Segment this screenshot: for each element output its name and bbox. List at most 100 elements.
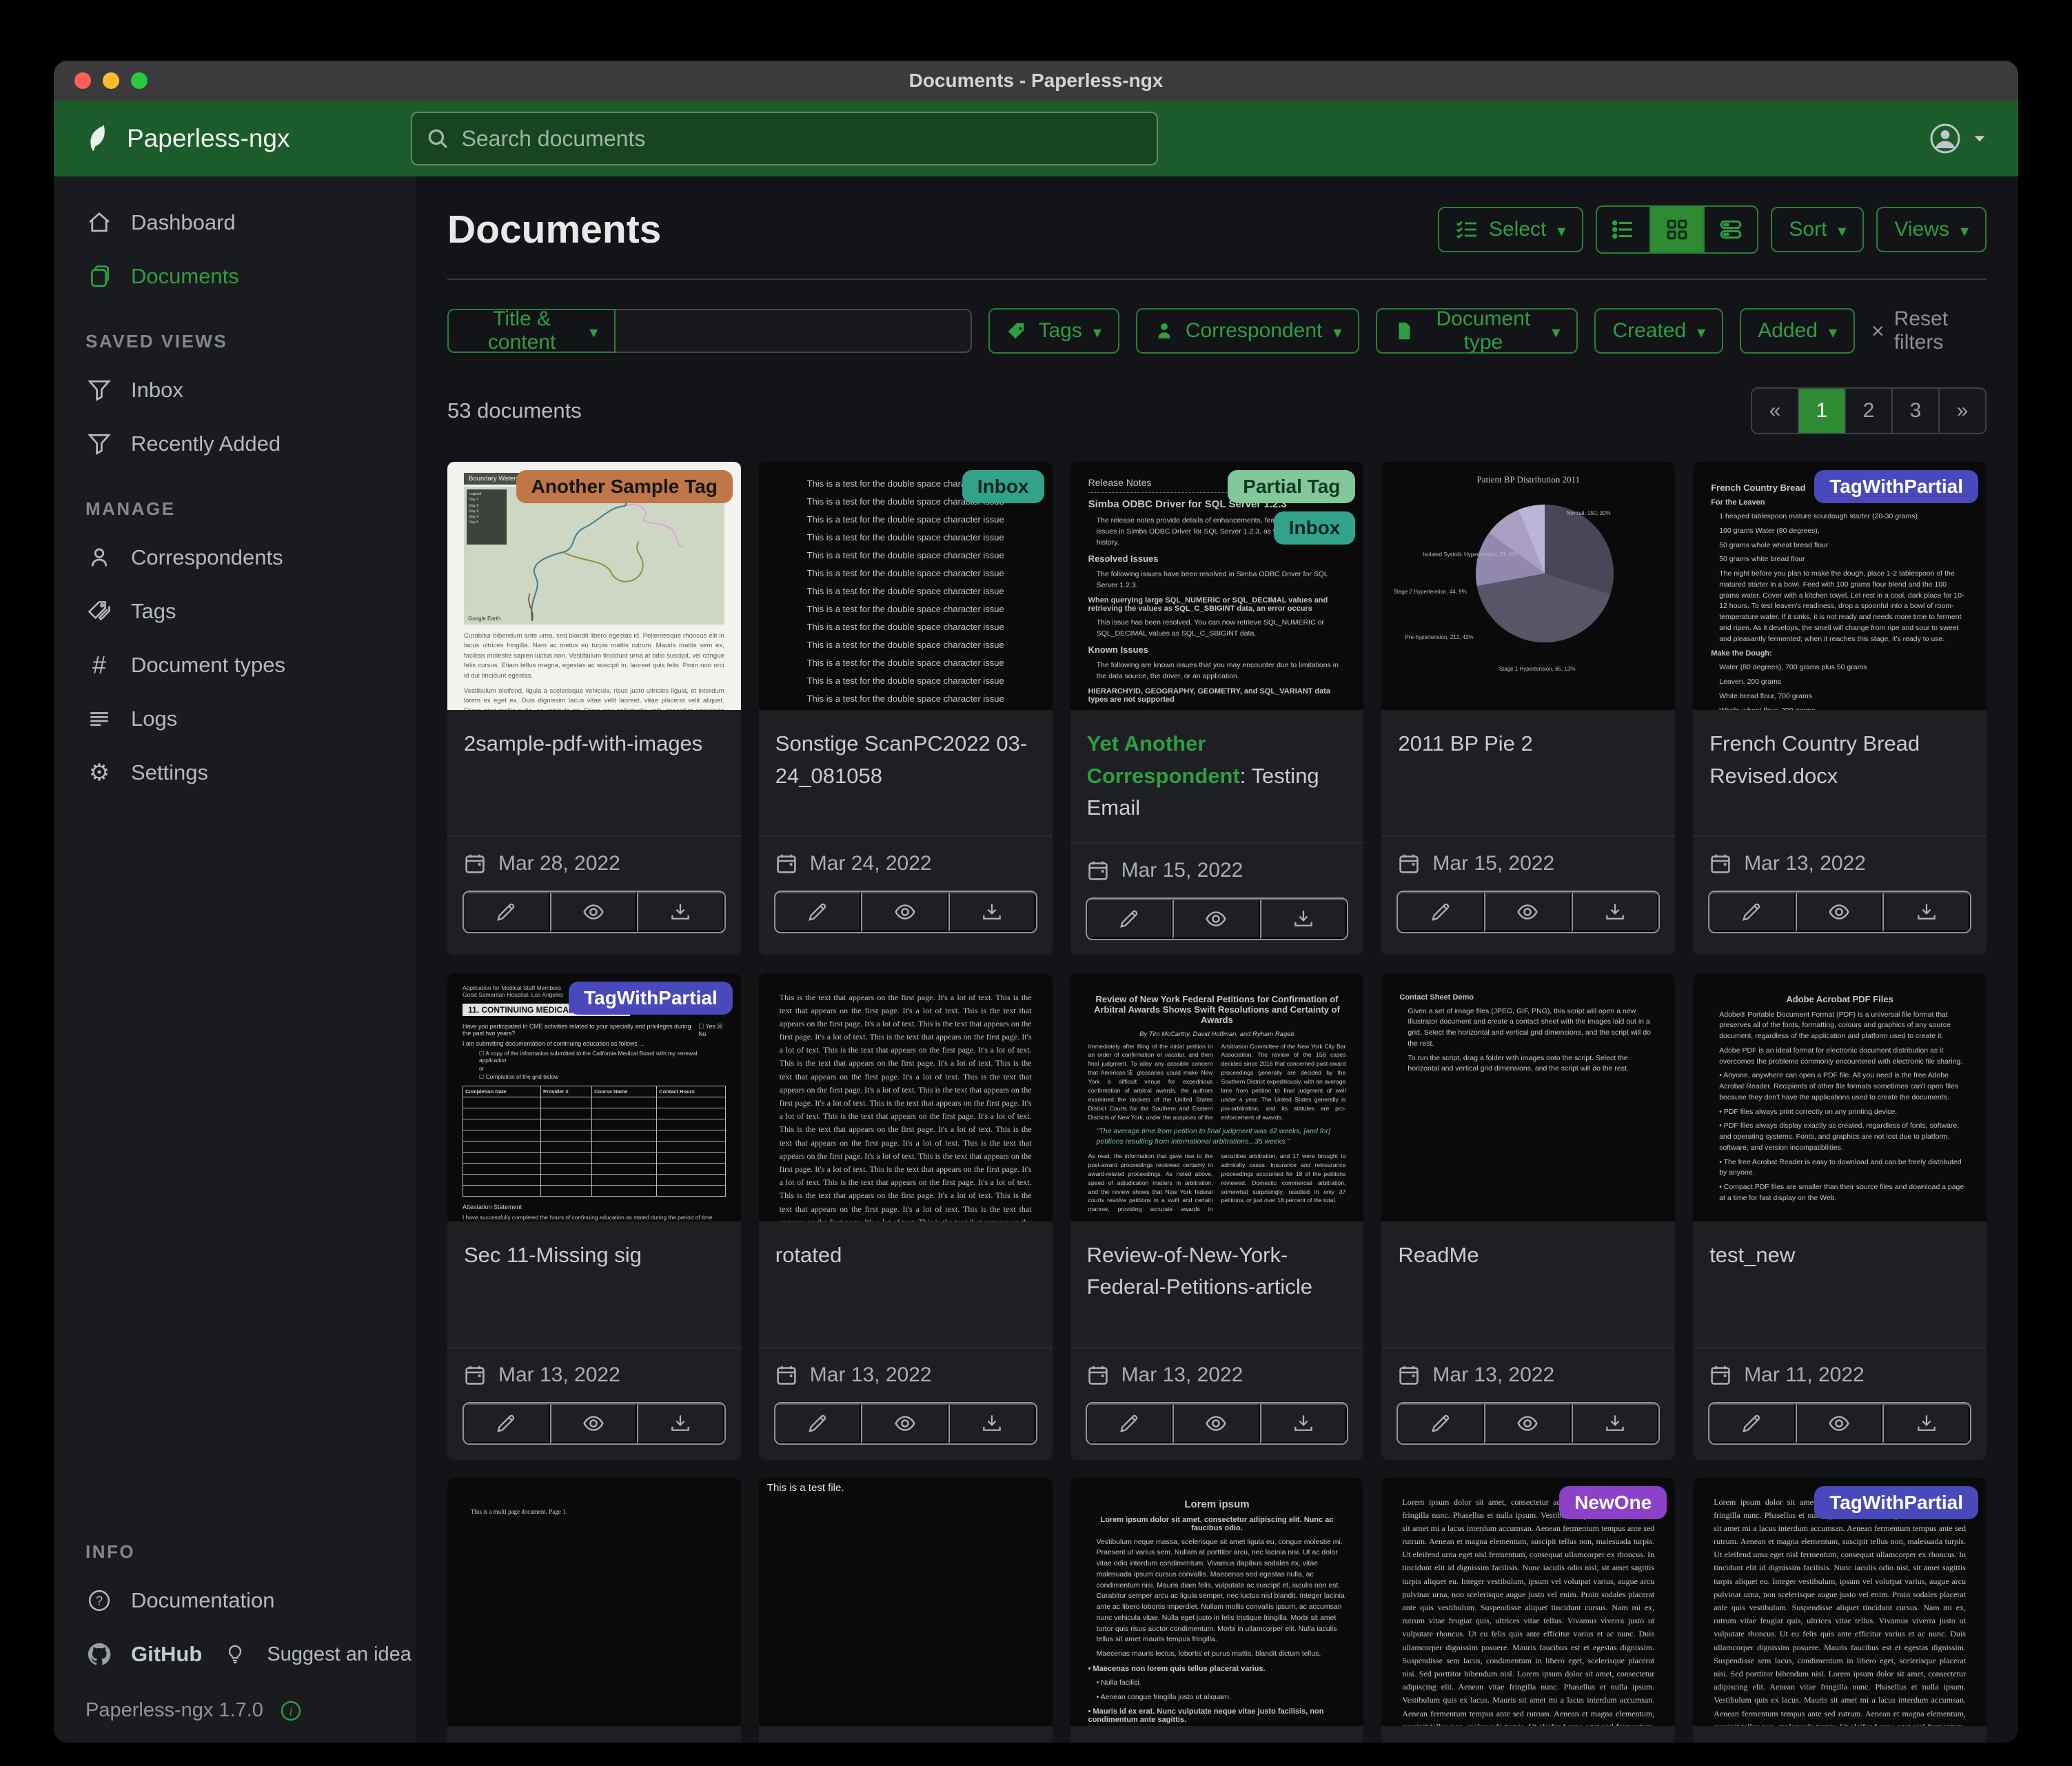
document-thumbnail[interactable]: Contact Sheet DemoGiven a set of image f… — [1381, 973, 1675, 1221]
sidebar-item-tags[interactable]: Tags — [54, 585, 416, 638]
edit-document-button[interactable] — [464, 1403, 550, 1443]
edit-document-button[interactable] — [1398, 1403, 1484, 1443]
document-thumbnail[interactable]: This is a test for the double space char… — [759, 462, 1053, 710]
edit-document-button[interactable] — [775, 892, 862, 932]
document-thumbnail[interactable]: This is the text that appears on the fir… — [759, 973, 1053, 1221]
document-title[interactable]: rotated — [759, 1221, 1053, 1347]
sidebar-item-documentation[interactable]: ? Documentation — [54, 1574, 416, 1627]
download-document-button[interactable] — [637, 892, 724, 932]
document-title[interactable]: simple txt file — [759, 1726, 1053, 1743]
document-title[interactable]: test_new — [1693, 1221, 1987, 1347]
document-title[interactable]: Review-of-New-York-Federal-Petitions-art… — [1070, 1221, 1364, 1347]
tag-badge[interactable]: Partial Tag — [1228, 470, 1355, 503]
sidebar-item-document-types[interactable]: # Document types — [54, 638, 416, 692]
view-document-button[interactable] — [550, 892, 638, 932]
app-brand[interactable]: Paperless-ngx — [84, 124, 290, 153]
view-document-button[interactable] — [1484, 892, 1572, 932]
sidebar-item-inbox[interactable]: Inbox — [54, 363, 416, 417]
sidebar-item-settings[interactable]: ⚙ Settings — [54, 746, 416, 800]
download-document-button[interactable] — [948, 1403, 1036, 1443]
view-document-button[interactable] — [861, 892, 948, 932]
pagination-page-2[interactable]: 2 — [1845, 389, 1891, 433]
document-thumbnail[interactable]: Lorem ipsum dolor sit amet, consectetur … — [1381, 1478, 1675, 1726]
edit-document-button[interactable] — [1709, 1403, 1796, 1443]
download-document-button[interactable] — [1260, 1403, 1348, 1443]
views-button[interactable]: Views — [1876, 207, 1987, 252]
document-type-filter-button[interactable]: Document type — [1376, 308, 1578, 354]
sidebar-item-recently-added[interactable]: Recently Added — [54, 417, 416, 471]
download-document-button[interactable] — [1572, 1403, 1659, 1443]
document-title[interactable]: ReadMe — [1381, 1221, 1675, 1347]
pagination-next[interactable]: » — [1938, 389, 1985, 433]
pagination-page-3[interactable]: 3 — [1891, 389, 1938, 433]
title-content-filter-input[interactable] — [616, 309, 972, 353]
user-menu[interactable] — [1929, 122, 1988, 155]
document-title[interactable]: Yet Another Correspondent: Testing Email — [1070, 710, 1364, 842]
info-circle-icon[interactable]: i — [280, 1700, 302, 1722]
sort-button[interactable]: Sort — [1771, 207, 1864, 252]
document-thumbnail[interactable]: This is a test file. — [759, 1478, 1053, 1726]
download-document-button[interactable] — [1260, 899, 1348, 939]
correspondent-filter-button[interactable]: Correspondent — [1136, 308, 1360, 354]
download-document-button[interactable] — [948, 892, 1036, 932]
tags-filter-button[interactable]: Tags — [988, 308, 1119, 354]
select-button[interactable]: Select — [1438, 207, 1583, 252]
list-view-button[interactable] — [1597, 207, 1649, 252]
zoom-window-icon[interactable] — [131, 72, 148, 89]
tag-badge[interactable]: Another Sample Tag — [516, 470, 733, 503]
created-filter-button[interactable]: Created — [1594, 308, 1723, 354]
pagination-page-1[interactable]: 1 — [1798, 389, 1845, 433]
sidebar-item-correspondents[interactable]: Correspondents — [54, 531, 416, 585]
view-document-button[interactable] — [1484, 1403, 1572, 1443]
view-document-button[interactable] — [550, 1403, 638, 1443]
document-thumbnail[interactable]: Adobe Acrobat PDF FilesAdobe® Portable D… — [1693, 973, 1987, 1221]
edit-document-button[interactable] — [1087, 899, 1173, 939]
close-window-icon[interactable] — [74, 72, 91, 89]
added-filter-button[interactable]: Added — [1740, 308, 1855, 354]
sidebar-item-github[interactable]: GitHub — [54, 1627, 202, 1681]
tag-badge[interactable]: TagWithPartial — [1814, 470, 1978, 503]
document-title[interactable]: Newest Correspondent: f_combineds — [1381, 1726, 1675, 1743]
title-content-filter-button[interactable]: Title & content — [447, 309, 616, 353]
document-thumbnail[interactable]: Boundary Waters TripLegend Day 1 Day 2 D… — [447, 462, 741, 710]
edit-document-button[interactable] — [1087, 1403, 1173, 1443]
document-title[interactable]: 2011 BP Pie 2 — [1381, 710, 1675, 835]
document-title[interactable]: multi-page-mixedxx — [447, 1726, 741, 1743]
download-document-button[interactable] — [1882, 1403, 1970, 1443]
minimize-window-icon[interactable] — [103, 72, 119, 89]
search-input[interactable] — [460, 125, 1143, 152]
edit-document-button[interactable] — [464, 892, 550, 932]
sidebar-item-documents[interactable]: Documents — [54, 250, 416, 303]
detail-view-button[interactable] — [1703, 207, 1757, 252]
edit-document-button[interactable] — [775, 1403, 862, 1443]
pagination-prev[interactable]: « — [1752, 389, 1798, 433]
tag-badge[interactable]: NewOne — [1559, 1486, 1667, 1519]
search-bar[interactable] — [411, 112, 1158, 165]
document-title[interactable]: file-sample_150kBs — [1070, 1726, 1364, 1743]
grid-view-button[interactable] — [1649, 207, 1703, 252]
view-document-button[interactable] — [1172, 1403, 1260, 1443]
document-thumbnail[interactable]: This is a multi page document. Page 1. — [447, 1478, 741, 1726]
tag-badge[interactable]: TagWithPartial — [569, 982, 733, 1015]
download-document-button[interactable] — [1882, 892, 1970, 932]
document-title[interactable]: 2sample-pdf-with-images — [447, 710, 741, 835]
view-document-button[interactable] — [1796, 1403, 1883, 1443]
document-thumbnail[interactable]: Application for Medical Staff MembersGoo… — [447, 973, 741, 1221]
document-thumbnail[interactable]: Patient BP Distribution 2011Normal, 150,… — [1381, 462, 1675, 710]
document-correspondent[interactable]: Yet Another Correspondent — [1087, 731, 1240, 788]
document-title[interactable]: French Country Bread Revised.docx — [1693, 710, 1987, 835]
download-document-button[interactable] — [637, 1403, 724, 1443]
tag-badge[interactable]: TagWithPartial — [1814, 1486, 1978, 1519]
window-titlebar[interactable]: Documents - Paperless-ngx — [54, 61, 2018, 101]
document-title[interactable]: sample-pdf-download-10-mb-longer-title — [1693, 1726, 1987, 1743]
tag-badge[interactable]: Inbox — [962, 470, 1044, 503]
reset-filters-button[interactable]: × Reset filters — [1871, 307, 1987, 354]
document-thumbnail[interactable]: French Country BreadFor the Leaven1 heap… — [1693, 462, 1987, 710]
document-thumbnail[interactable]: Release NotesSimba ODBC Driver for SQL S… — [1070, 462, 1364, 710]
sidebar-item-logs[interactable]: Logs — [54, 692, 416, 746]
view-document-button[interactable] — [1172, 899, 1260, 939]
download-document-button[interactable] — [1572, 892, 1659, 932]
document-title[interactable]: Sec 11-Missing sig — [447, 1221, 741, 1347]
sidebar-item-suggest-idea[interactable]: Suggest an idea — [202, 1627, 412, 1681]
tag-badge[interactable]: Inbox — [1274, 511, 1356, 545]
